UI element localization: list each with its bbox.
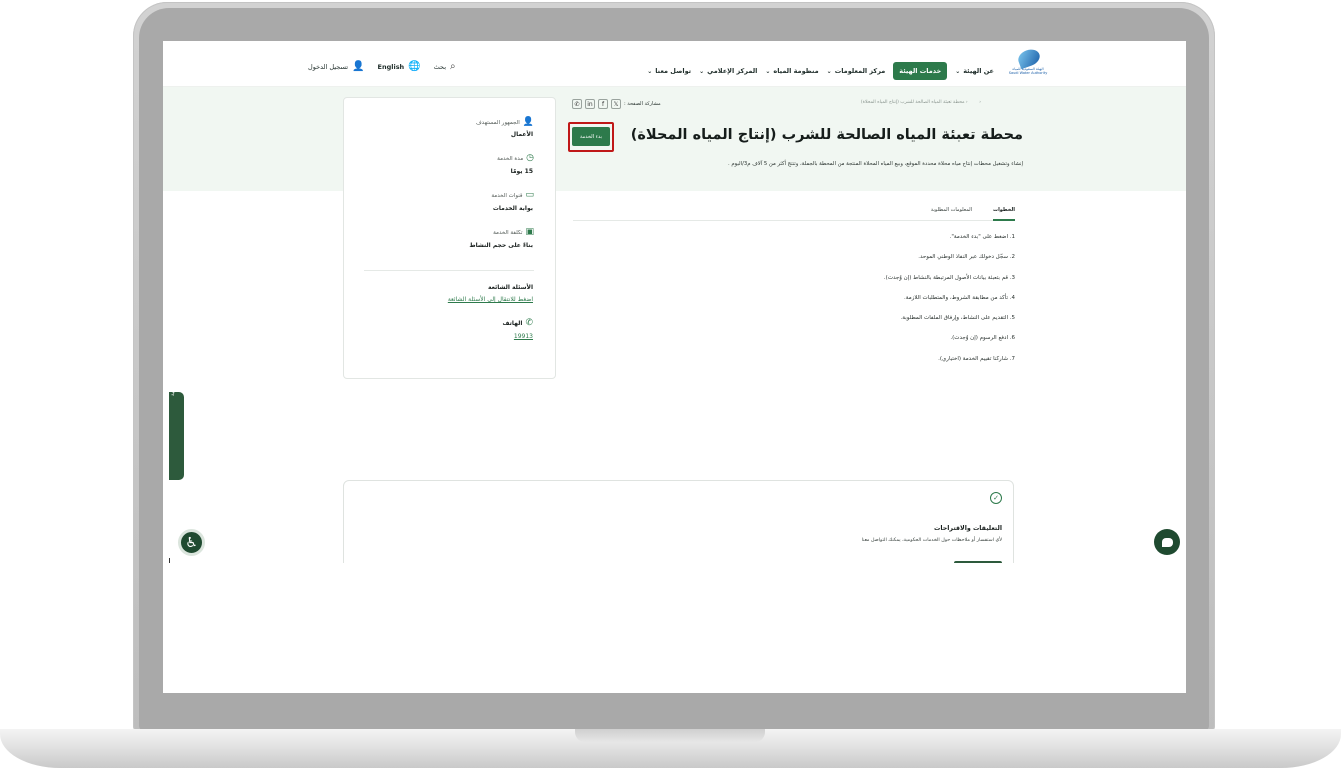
feedback-title: التعليقات والاقتراحات bbox=[934, 525, 1002, 532]
site-logo[interactable]: الهيئة السعودية للمياه Saudi Water Autho… bbox=[1008, 46, 1048, 80]
money-icon: ▣ bbox=[525, 227, 534, 237]
language-button[interactable]: 🌐 English bbox=[378, 61, 421, 72]
chat-bubble-icon bbox=[1161, 537, 1173, 547]
search-label: بحث bbox=[433, 62, 447, 71]
language-label: English bbox=[377, 62, 405, 71]
header-utilities: ⌕ بحث 🌐 English 👤 تسجيل الدخول bbox=[308, 61, 456, 72]
breadcrumb[interactable]: ‹ ‹ محطة تعبئة المياه الصالحة للشرب (إنت… bbox=[861, 100, 981, 105]
step-item: 3. قم بتعبئة بيانات الأصول المرتبطة بالن… bbox=[883, 274, 1015, 281]
whatsapp-icon[interactable]: ✆ bbox=[572, 99, 582, 109]
page-blank-area bbox=[163, 563, 1186, 693]
tab-steps[interactable]: الخطوات bbox=[993, 207, 1015, 213]
tab-required-info[interactable]: المعلومات المطلوبة bbox=[931, 207, 972, 213]
nav-item-media-center[interactable]: المركز الإعلامي ⌄ bbox=[699, 67, 757, 75]
logo-caption: الهيئة السعودية للمياه Saudi Water Autho… bbox=[1008, 67, 1048, 75]
login-label: تسجيل الدخول bbox=[308, 62, 349, 71]
audience-value: الأعمال bbox=[510, 131, 533, 138]
step-item: 4. تأكد من مطابقة الشروط، والمتطلبات الل… bbox=[904, 294, 1015, 301]
user-icon: 👤 bbox=[352, 61, 365, 72]
cursor-mark bbox=[169, 558, 170, 563]
faq-link[interactable]: اضغط للانتقال إلى الأسئلة الشائعة bbox=[448, 296, 533, 303]
service-info-card: 👤الجمهور المستهدف الأعمال ◷مدة الخدمة 15… bbox=[343, 97, 556, 379]
duration-row: ◷مدة الخدمة bbox=[497, 153, 534, 163]
page-title: محطة تعبئة المياه الصالحة للشرب (إنتاج ا… bbox=[630, 127, 1023, 143]
digital-experience-rating-tab[interactable]: قيم التجربة الرقمية bbox=[169, 356, 184, 480]
divider bbox=[364, 270, 534, 271]
clock-icon: ◷ bbox=[526, 153, 534, 163]
channels-icon: ▭ bbox=[525, 190, 534, 200]
linkedin-icon[interactable]: in bbox=[585, 99, 595, 109]
share-bar: مشاركة الصفحة : 𝕏 f in ✆ bbox=[572, 99, 661, 109]
step-item: 7. شاركنا تقييم الخدمة (اختياري). bbox=[938, 355, 1015, 362]
duration-label: مدة الخدمة bbox=[497, 156, 524, 162]
chevron-down-icon: ⌄ bbox=[699, 67, 705, 75]
nav-label: منظومة المياه bbox=[773, 67, 819, 75]
language-icon: 🌐 bbox=[408, 61, 421, 72]
main-nav: عن الهيئة ⌄ خدمات الهيئة مركز المعلومات ⌄ … bbox=[647, 62, 994, 80]
nav-item-about[interactable]: عن الهيئة ⌄ bbox=[955, 67, 994, 75]
accessibility-icon: ♿ bbox=[185, 534, 198, 551]
audience-row: 👤الجمهور المستهدف bbox=[476, 117, 534, 127]
step-item: 6. ادفع الرسوم (إن وُجدت). bbox=[950, 335, 1015, 342]
feedback-text: لأي استفسار أو ملاحظات حول الخدمات الحكو… bbox=[861, 538, 1002, 543]
site-header: الهيئة السعودية للمياه Saudi Water Autho… bbox=[163, 41, 1186, 87]
channels-row: ▭قنوات الخدمة bbox=[491, 190, 534, 200]
service-tabs: الخطوات المعلومات المطلوبة bbox=[573, 204, 1015, 221]
search-icon: ⌕ bbox=[450, 61, 456, 72]
step-item: 1. اضغط على "بدء الخدمة". bbox=[949, 234, 1015, 240]
audience-label: الجمهور المستهدف bbox=[475, 120, 520, 126]
phone-link[interactable]: 19913 bbox=[514, 333, 533, 340]
facebook-icon[interactable]: f bbox=[598, 99, 608, 109]
nav-label: خدمات الهيئة bbox=[899, 67, 942, 75]
cost-label: تكلفة الخدمة bbox=[493, 230, 523, 236]
chevron-down-icon: ⌄ bbox=[826, 67, 832, 75]
chevron-down-icon: ⌄ bbox=[765, 67, 771, 75]
share-label: مشاركة الصفحة : bbox=[624, 101, 661, 107]
channels-label: قنوات الخدمة bbox=[491, 193, 523, 199]
laptop-mockup: الهيئة السعودية للمياه Saudi Water Autho… bbox=[0, 0, 1341, 774]
search-button[interactable]: ⌕ بحث bbox=[434, 61, 456, 72]
breadcrumb-current: محطة تعبئة المياه الصالحة للشرب (إنتاج ا… bbox=[860, 100, 965, 105]
nav-item-services[interactable]: خدمات الهيئة bbox=[893, 62, 948, 80]
accessibility-button[interactable]: ♿ bbox=[178, 529, 205, 556]
x-icon[interactable]: 𝕏 bbox=[611, 99, 621, 109]
cost-row: ▣تكلفة الخدمة bbox=[493, 227, 534, 237]
start-service-button[interactable]: بدء الخدمة bbox=[572, 127, 610, 146]
nav-label: المركز الإعلامي bbox=[707, 67, 758, 75]
step-item: 5. التقديم على النشاط، وإرفاق الملفات ال… bbox=[900, 315, 1016, 322]
chevron-left-icon: ‹ bbox=[979, 100, 981, 105]
chevron-left-icon: ‹ bbox=[965, 100, 968, 105]
nav-item-info-center[interactable]: مركز المعلومات ⌄ bbox=[827, 67, 886, 75]
chevron-down-icon: ⌄ bbox=[955, 67, 961, 75]
duration-value: 15 يومًا bbox=[510, 168, 533, 175]
step-item: 2. سجّل دخولك عبر النفاذ الوطني الموحد. bbox=[918, 254, 1015, 261]
check-circle-icon: ✓ bbox=[990, 492, 1002, 504]
nav-item-contact[interactable]: تواصل معنا ⌄ bbox=[647, 67, 691, 75]
nav-label: مركز المعلومات bbox=[834, 67, 886, 75]
channels-value: بوابة الخدمات bbox=[492, 205, 533, 212]
rating-tab-label: قيم التجربة الرقمية bbox=[170, 356, 176, 397]
browser-screen: الهيئة السعودية للمياه Saudi Water Autho… bbox=[163, 41, 1186, 693]
nav-item-water-system[interactable]: منظومة المياه ⌄ bbox=[765, 67, 818, 75]
cost-value: بناءً على حجم النشاط bbox=[469, 242, 533, 249]
nav-label: تواصل معنا bbox=[655, 67, 692, 75]
nav-label: عن الهيئة bbox=[963, 67, 994, 75]
faq-title: الأسئلة الشائعة bbox=[488, 284, 533, 291]
phone-row: ✆الهاتف bbox=[503, 318, 533, 328]
login-button[interactable]: 👤 تسجيل الدخول bbox=[308, 61, 365, 72]
phone-icon: ✆ bbox=[525, 318, 533, 328]
active-tab-indicator bbox=[993, 219, 1015, 221]
chat-button[interactable] bbox=[1154, 529, 1180, 555]
user-icon: 👤 bbox=[522, 117, 534, 127]
service-description: إنشاء وتشغيل محطات إنتاج مياه محلاة محدد… bbox=[728, 161, 1023, 167]
laptop-notch bbox=[575, 729, 765, 742]
phone-label: الهاتف bbox=[502, 320, 523, 327]
water-drop-logo-icon bbox=[1015, 46, 1043, 70]
chevron-down-icon: ⌄ bbox=[647, 67, 653, 75]
steps-list: 1. اضغط على "بدء الخدمة". 2. سجّل دخولك … bbox=[884, 234, 1015, 376]
